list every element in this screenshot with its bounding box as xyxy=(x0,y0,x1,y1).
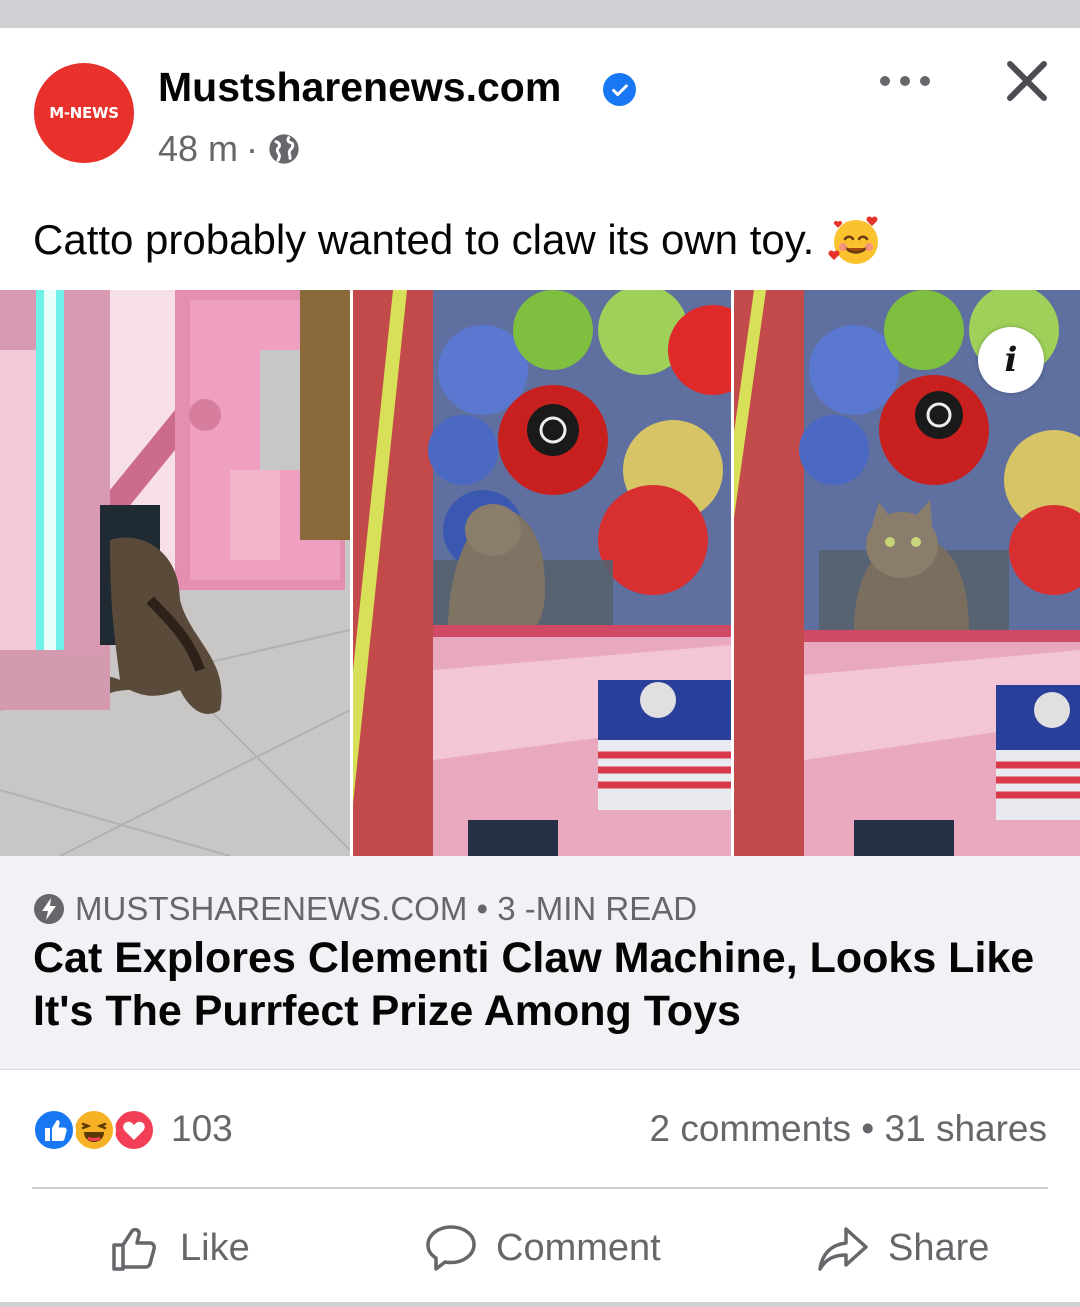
haha-reaction-icon xyxy=(72,1108,116,1152)
more-options-icon[interactable] xyxy=(880,66,930,96)
post-photo-1[interactable] xyxy=(0,290,350,856)
share-label: Share xyxy=(888,1226,990,1269)
close-icon[interactable] xyxy=(1004,58,1050,104)
top-divider-strip xyxy=(0,0,1080,28)
comment-label: Comment xyxy=(496,1226,661,1269)
post-meta: 48 m · xyxy=(158,128,300,170)
thumbs-up-icon xyxy=(112,1227,156,1271)
like-reaction-icon xyxy=(32,1108,76,1152)
reaction-count[interactable]: 103 xyxy=(171,1108,233,1150)
speech-bubble-icon xyxy=(426,1225,476,1271)
post-caption: Catto probably wanted to claw its own to… xyxy=(33,212,884,268)
link-preview-title[interactable]: Cat Explores Clementi Claw Machine, Look… xyxy=(33,932,1053,1038)
link-preview-domain: MUSTSHARENEWS.COM • 3 -MIN READ xyxy=(33,890,697,928)
verified-badge-icon xyxy=(603,73,636,106)
bottom-divider-strip xyxy=(0,1302,1080,1307)
avatar-logo-text: M-NEWS xyxy=(49,104,119,122)
share-arrow-icon xyxy=(818,1227,868,1271)
page-avatar[interactable]: M-NEWS xyxy=(34,63,134,163)
post-photo-2[interactable] xyxy=(353,290,731,856)
meta-separator: · xyxy=(246,128,259,169)
like-button[interactable]: Like xyxy=(108,1218,250,1278)
comment-button[interactable]: Comment xyxy=(424,1218,661,1278)
info-icon[interactable]: i xyxy=(978,327,1044,393)
bolt-icon xyxy=(34,894,64,924)
smiling-face-with-hearts-emoji xyxy=(828,216,879,264)
post-time[interactable]: 48 m xyxy=(158,128,238,170)
caption-text: Catto probably wanted to claw its own to… xyxy=(33,216,815,263)
love-reaction-icon xyxy=(112,1108,156,1152)
like-label: Like xyxy=(180,1226,250,1269)
comments-shares-count[interactable]: 2 comments • 31 shares xyxy=(649,1108,1047,1150)
actions-divider xyxy=(32,1187,1048,1189)
reaction-icons[interactable] xyxy=(32,1108,162,1152)
globe-icon xyxy=(269,134,299,164)
link-domain-text: MUSTSHARENEWS.COM • 3 -MIN READ xyxy=(75,890,698,927)
share-button[interactable]: Share xyxy=(816,1218,989,1278)
page-name-link[interactable]: Mustsharenews.com xyxy=(158,64,561,111)
